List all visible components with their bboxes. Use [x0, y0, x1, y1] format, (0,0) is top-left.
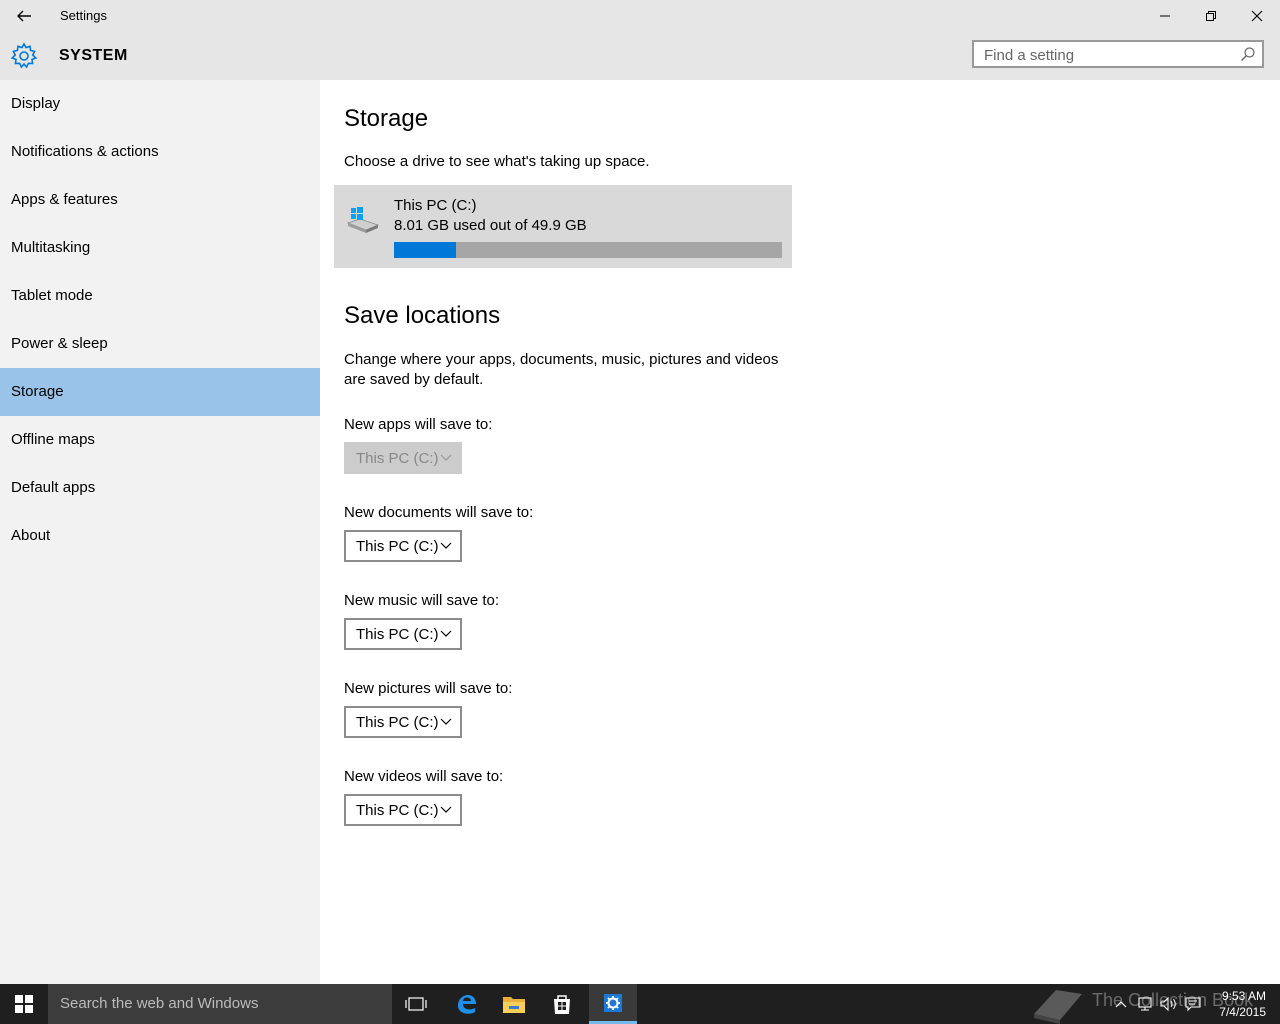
- clock-time: 9:53 AM: [1221, 989, 1266, 1003]
- storage-subtitle: Choose a drive to see what's taking up s…: [344, 153, 650, 170]
- tray-overflow-button[interactable]: [1110, 984, 1132, 1024]
- action-center-icon: [1185, 997, 1201, 1012]
- task-view-button[interactable]: [392, 984, 440, 1024]
- search-input[interactable]: [974, 42, 1246, 68]
- drive-tile[interactable]: This PC (C:) 8.01 GB used out of 49.9 GB: [334, 185, 792, 268]
- minimize-button[interactable]: [1142, 0, 1188, 32]
- save-locations-description: Change where your apps, documents, music…: [344, 351, 779, 388]
- network-button[interactable]: [1134, 984, 1156, 1024]
- title-bar: Settings: [0, 0, 1280, 32]
- chevron-down-icon: [440, 542, 452, 549]
- edge-button[interactable]: [442, 984, 490, 1024]
- settings-taskbar-button[interactable]: [589, 984, 637, 1024]
- pictures-save-value: This PC (C:): [356, 714, 439, 731]
- videos-save-value: This PC (C:): [356, 802, 439, 819]
- gear-icon: [604, 993, 622, 1012]
- volume-icon: [1160, 996, 1176, 1012]
- book-icon: [1034, 990, 1082, 1024]
- drive-usage-fill: [394, 242, 457, 258]
- sidebar: Display Notifications & actions Apps & f…: [0, 80, 320, 984]
- sidebar-item-apps-features[interactable]: Apps & features: [0, 176, 320, 224]
- store-button[interactable]: [538, 984, 586, 1024]
- start-button[interactable]: [0, 984, 48, 1024]
- sidebar-item-tablet-mode[interactable]: Tablet mode: [0, 272, 320, 320]
- apps-save-label: New apps will save to:: [344, 416, 493, 433]
- storage-heading: Storage: [344, 105, 429, 132]
- folder-icon: [503, 997, 525, 1013]
- documents-save-label: New documents will save to:: [344, 504, 534, 521]
- settings-header: SYSTEM: [0, 32, 1280, 80]
- apps-save-dropdown: This PC (C:): [344, 442, 462, 474]
- chevron-down-icon: [440, 718, 452, 725]
- sidebar-item-about[interactable]: About: [0, 512, 320, 560]
- search-box[interactable]: [972, 40, 1264, 68]
- drive-usage-bar: [394, 242, 782, 258]
- taskbar: Search the web and Windows The Collectio…: [0, 984, 1280, 1024]
- edge-icon: [458, 995, 476, 1014]
- drive-name: This PC (C:): [394, 197, 477, 214]
- file-explorer-button[interactable]: [490, 984, 538, 1024]
- clock-date: 7/4/2015: [1219, 1005, 1266, 1019]
- music-save-dropdown[interactable]: This PC (C:): [344, 618, 462, 650]
- main-content: Storage Choose a drive to see what's tak…: [320, 80, 1280, 984]
- back-button[interactable]: [8, 0, 40, 32]
- chevron-down-icon: [440, 630, 452, 637]
- taskbar-search-text: Search the web and Windows: [60, 995, 259, 1012]
- drive-icon: [346, 207, 380, 233]
- videos-save-label: New videos will save to:: [344, 768, 504, 785]
- close-button[interactable]: [1234, 0, 1280, 32]
- sidebar-item-default-apps[interactable]: Default apps: [0, 464, 320, 512]
- music-save-value: This PC (C:): [356, 626, 439, 643]
- music-save-label: New music will save to:: [344, 592, 500, 609]
- gear-icon: [10, 42, 38, 69]
- search-icon[interactable]: [1240, 46, 1256, 62]
- clock[interactable]: 9:53 AM 7/4/2015: [1219, 988, 1266, 1020]
- sidebar-item-power-sleep[interactable]: Power & sleep: [0, 320, 320, 368]
- chevron-down-icon: [440, 454, 452, 461]
- chevron-up-icon: [1115, 1001, 1127, 1008]
- videos-save-dropdown[interactable]: This PC (C:): [344, 794, 462, 826]
- store-icon: [554, 995, 570, 1014]
- restore-icon: [1206, 11, 1216, 21]
- back-arrow-icon: [17, 10, 31, 22]
- action-center-button[interactable]: [1182, 984, 1204, 1024]
- sidebar-item-multitasking[interactable]: Multitasking: [0, 224, 320, 272]
- volume-button[interactable]: [1158, 984, 1180, 1024]
- drive-usage-text: 8.01 GB used out of 49.9 GB: [394, 217, 587, 234]
- sidebar-item-storage[interactable]: Storage: [0, 368, 320, 416]
- sidebar-item-offline-maps[interactable]: Offline maps: [0, 416, 320, 464]
- sidebar-item-notifications[interactable]: Notifications & actions: [0, 128, 320, 176]
- taskbar-search[interactable]: Search the web and Windows: [48, 984, 392, 1024]
- close-icon: [1251, 10, 1263, 22]
- minimize-icon: [1160, 15, 1170, 17]
- save-locations-heading: Save locations: [344, 302, 501, 329]
- restore-button[interactable]: [1188, 0, 1234, 32]
- windows-logo-icon: [15, 995, 33, 1013]
- apps-save-value: This PC (C:): [356, 450, 439, 467]
- task-view-icon: [405, 997, 427, 1011]
- pictures-save-label: New pictures will save to:: [344, 680, 513, 697]
- documents-save-value: This PC (C:): [356, 538, 439, 555]
- pictures-save-dropdown[interactable]: This PC (C:): [344, 706, 462, 738]
- chevron-down-icon: [440, 806, 452, 813]
- documents-save-dropdown[interactable]: This PC (C:): [344, 530, 462, 562]
- section-title: SYSTEM: [59, 47, 128, 64]
- sidebar-item-display[interactable]: Display: [0, 80, 320, 128]
- network-icon: [1138, 997, 1152, 1011]
- window-title: Settings: [60, 8, 107, 23]
